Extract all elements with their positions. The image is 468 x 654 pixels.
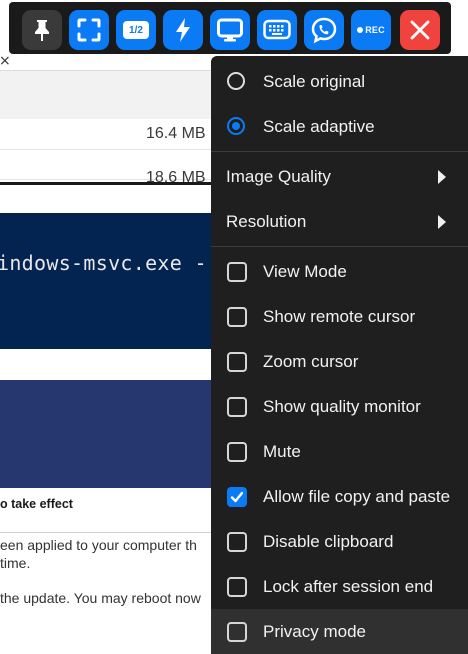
menu-item-allow-file-copy[interactable]: Allow file copy and paste [211, 474, 468, 519]
menu-item-label: Lock after session end [263, 577, 434, 596]
menu-item-label: Scale adaptive [263, 117, 375, 136]
checkbox[interactable] [227, 307, 247, 327]
submenu-arrow-icon [438, 170, 446, 184]
pin-button[interactable] [22, 10, 62, 50]
background-banner [0, 380, 220, 488]
monitor-icon [216, 17, 244, 43]
menu-item-show-quality-monitor[interactable]: Show quality monitor [211, 384, 468, 429]
record-label: REC [365, 25, 385, 35]
menu-item-label: Show remote cursor [263, 307, 416, 326]
status-line: the update. You may reboot now [0, 590, 201, 606]
menu-item-privacy-mode[interactable]: Privacy mode [211, 609, 468, 654]
radio-button[interactable] [227, 72, 245, 90]
session-toolbar: 1/2 REC [9, 2, 451, 54]
chat-bubble-icon [310, 16, 338, 44]
checkbox[interactable] [227, 262, 247, 282]
actions-button[interactable] [163, 10, 203, 50]
menu-item-label: Disable clipboard [263, 532, 394, 551]
lightning-icon [173, 17, 193, 43]
record-icon: REC [357, 25, 385, 35]
close-session-button[interactable] [400, 10, 440, 50]
checkbox[interactable] [227, 397, 247, 417]
menu-divider [211, 246, 468, 247]
checkbox[interactable] [227, 352, 247, 372]
background-terminal: indows-msvc.exe - [0, 182, 220, 383]
background-file-row: 16.4 MB [0, 119, 220, 150]
menu-item-label: Privacy mode [263, 622, 366, 641]
menu-item-label: Resolution [226, 212, 307, 231]
background-file-row: 18.6 MB [0, 151, 220, 186]
status-line: een applied to your computer th [0, 537, 197, 553]
display-button[interactable] [210, 10, 250, 50]
menu-item-disable-clipboard[interactable]: Disable clipboard [211, 519, 468, 564]
close-icon [409, 19, 431, 41]
background-header [0, 71, 220, 120]
checkbox[interactable] [227, 442, 247, 462]
menu-item-view-mode[interactable]: View Mode [211, 249, 468, 294]
checkbox[interactable] [227, 532, 247, 552]
keyboard-icon [263, 19, 291, 41]
status-line: time. [0, 555, 31, 571]
menu-item-lock-after-session[interactable]: Lock after session end [211, 564, 468, 609]
background-close-icon: × [0, 53, 11, 69]
menu-item-label: Mute [263, 442, 301, 461]
menu-divider [211, 151, 468, 152]
file-size: 16.4 MB [146, 125, 206, 142]
divider [0, 532, 220, 533]
menu-item-show-remote-cursor[interactable]: Show remote cursor [211, 294, 468, 339]
menu-item-mute[interactable]: Mute [211, 429, 468, 474]
background-status-panel [0, 488, 220, 654]
menu-item-scale-original[interactable]: Scale original [211, 59, 468, 104]
ratio-label: 1/2 [129, 24, 143, 36]
chat-button[interactable] [304, 10, 344, 50]
menu-item-label: View Mode [263, 262, 347, 281]
checkbox-checked[interactable] [227, 487, 247, 507]
checkbox[interactable] [227, 622, 247, 642]
menu-item-label: Image Quality [226, 167, 331, 186]
scale-ratio-button[interactable]: 1/2 [116, 10, 156, 50]
checkbox[interactable] [227, 577, 247, 597]
menu-item-label: Zoom cursor [263, 352, 359, 371]
fullscreen-button[interactable] [69, 10, 109, 50]
menu-item-label: Allow file copy and paste [263, 487, 451, 506]
menu-item-resolution[interactable]: Resolution [211, 199, 468, 244]
menu-item-label: Scale original [263, 72, 366, 91]
checkmark-icon [230, 491, 244, 503]
menu-item-image-quality[interactable]: Image Quality [211, 154, 468, 199]
keyboard-button[interactable] [257, 10, 297, 50]
menu-item-zoom-cursor[interactable]: Zoom cursor [211, 339, 468, 384]
display-menu: Scale original Scale adaptive Image Qual… [211, 56, 468, 654]
terminal-body: indows-msvc.exe - [0, 213, 220, 349]
ratio-badge-icon: 1/2 [123, 21, 149, 39]
record-button[interactable]: REC [351, 10, 391, 50]
menu-item-label: Show quality monitor [263, 397, 421, 416]
fullscreen-icon [76, 17, 102, 43]
radio-button-selected[interactable] [227, 117, 245, 135]
status-heading: o take effect [0, 497, 73, 511]
menu-item-scale-adaptive[interactable]: Scale adaptive [211, 104, 468, 149]
pin-icon [31, 18, 53, 42]
submenu-arrow-icon [438, 215, 446, 229]
terminal-text: indows-msvc.exe - [0, 251, 207, 275]
